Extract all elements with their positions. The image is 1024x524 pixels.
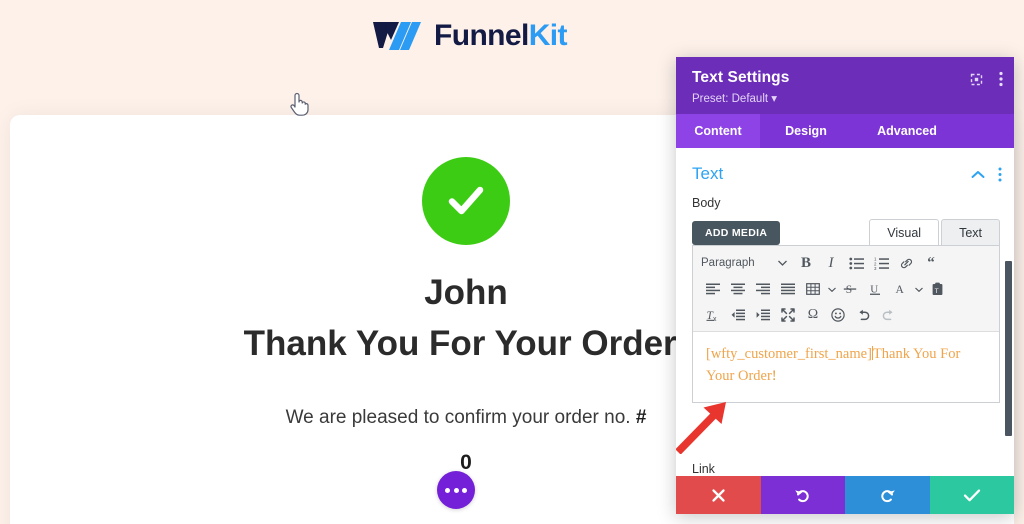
- order-hash: #: [635, 406, 647, 428]
- svg-text:A: A: [895, 284, 904, 296]
- order-number: 0: [460, 450, 472, 474]
- ellipsis-dot: [445, 487, 450, 493]
- editor-mode-tabs: Visual Text: [869, 219, 1000, 245]
- editor-exclamation: !: [771, 368, 777, 385]
- editor-shortcode: [wfty_customer_first_name]: [706, 346, 872, 362]
- redo-icon: [879, 487, 896, 504]
- tab-advanced[interactable]: Advanced: [852, 114, 962, 148]
- vertical-dots-icon[interactable]: [999, 71, 1003, 87]
- special-character-icon[interactable]: Ω: [801, 304, 825, 326]
- editor-tab-visual[interactable]: Visual: [869, 219, 940, 245]
- wysiwyg-editor: ADD MEDIA Visual Text Paragraph B I 1 2 …: [692, 218, 1000, 403]
- module-options-badge[interactable]: [437, 471, 475, 509]
- paste-as-text-icon[interactable]: T: [925, 278, 949, 300]
- undo-icon: [794, 487, 811, 504]
- editor-toolbar: Paragraph B I 1 2 3 “ S U A T T x Ω: [693, 246, 999, 332]
- pointing-hand-cursor-icon: [288, 90, 310, 123]
- text-color-caret-icon[interactable]: [913, 287, 924, 292]
- page-title: Thank You For Your Order!: [243, 324, 689, 364]
- redo-button[interactable]: [845, 476, 930, 514]
- panel-scrollbar[interactable]: [1005, 261, 1012, 436]
- panel-tabs: Content Design Advanced: [676, 114, 1014, 148]
- italic-icon[interactable]: I: [819, 252, 843, 274]
- strikethrough-icon[interactable]: S: [838, 278, 862, 300]
- order-confirmation-label: We are pleased to confirm your order no.: [285, 406, 636, 428]
- check-icon: [963, 488, 981, 503]
- panel-preset-selector[interactable]: Preset: Default ▾: [692, 91, 1000, 105]
- order-confirmation-text: We are pleased to confirm your order no.…: [286, 407, 647, 429]
- save-button[interactable]: [929, 476, 1014, 514]
- svg-text:x: x: [713, 316, 717, 322]
- cancel-button[interactable]: [676, 476, 761, 514]
- screenshot-root: FunnelKit John Thank You For Your Order!…: [0, 0, 1024, 524]
- svg-text:3: 3: [874, 265, 877, 269]
- editor-tab-text[interactable]: Text: [941, 219, 1000, 245]
- chevron-down-icon: [778, 257, 787, 269]
- text-color-icon[interactable]: A: [888, 278, 912, 300]
- table-caret-icon[interactable]: [826, 287, 837, 292]
- undo-icon[interactable]: [851, 304, 875, 326]
- align-left-icon[interactable]: [701, 278, 725, 300]
- chevron-up-icon[interactable]: [971, 170, 985, 179]
- vertical-dots-icon[interactable]: [998, 167, 1002, 182]
- table-icon[interactable]: [801, 278, 825, 300]
- funnelkit-logo[interactable]: FunnelKit: [371, 18, 568, 54]
- panel-body: Text Body ADD MEDIA Visual Text Paragrap…: [676, 148, 1014, 476]
- text-settings-panel: Text Settings Preset: Default ▾ Content …: [676, 57, 1014, 514]
- green-check-circle-icon: [422, 157, 510, 245]
- customer-name: John: [424, 273, 508, 312]
- editor-top-row: ADD MEDIA Visual Text: [692, 218, 1000, 245]
- tab-content[interactable]: Content: [676, 114, 760, 148]
- svg-text:S: S: [846, 284, 852, 296]
- ellipsis-dot: [462, 487, 467, 493]
- close-icon: [711, 488, 726, 503]
- tab-design[interactable]: Design: [760, 114, 852, 148]
- logo-text-kit: Kit: [528, 19, 568, 52]
- funnelkit-logo-icon: [371, 18, 425, 54]
- add-media-button[interactable]: ADD MEDIA: [692, 221, 781, 245]
- logo-text-funnel: Funnel: [434, 19, 529, 52]
- panel-preset-label: Preset: Default: [692, 93, 769, 105]
- align-right-icon[interactable]: [751, 278, 775, 300]
- field-label-link: Link: [692, 462, 715, 476]
- ellipsis-dot: [453, 487, 459, 493]
- editor-content-area[interactable]: [wfty_customer_first_name]Thank You For …: [693, 332, 999, 402]
- panel-header: Text Settings Preset: Default ▾: [676, 57, 1014, 114]
- panel-title: Text Settings: [692, 69, 790, 86]
- bulleted-list-icon[interactable]: [844, 252, 868, 274]
- toolbar-row-2: S U A T: [695, 276, 997, 302]
- section-title: Text: [692, 164, 724, 183]
- align-justify-icon[interactable]: [776, 278, 800, 300]
- outdent-icon[interactable]: [726, 304, 750, 326]
- undo-button[interactable]: [760, 476, 845, 514]
- panel-action-bar: [676, 476, 1014, 514]
- bold-icon[interactable]: B: [794, 252, 818, 274]
- field-label-body: Body: [692, 196, 721, 210]
- emoji-icon[interactable]: [826, 304, 850, 326]
- toolbar-row-1: Paragraph B I 1 2 3 “: [695, 250, 997, 276]
- numbered-list-icon[interactable]: 1 2 3: [869, 252, 893, 274]
- clear-formatting-icon[interactable]: T x: [701, 304, 725, 326]
- align-center-icon[interactable]: [726, 278, 750, 300]
- indent-icon[interactable]: [751, 304, 775, 326]
- editor-box: Paragraph B I 1 2 3 “ S U A T T x Ω [wft…: [692, 245, 1000, 403]
- paragraph-format-select[interactable]: Paragraph: [701, 257, 793, 269]
- fullscreen-icon[interactable]: [776, 304, 800, 326]
- underline-icon[interactable]: U: [863, 278, 887, 300]
- paragraph-format-label: Paragraph: [701, 257, 755, 269]
- chevron-down-icon: ▾: [771, 93, 778, 105]
- toolbar-row-3: T x Ω: [695, 302, 997, 328]
- link-icon[interactable]: [894, 252, 918, 274]
- svg-text:T: T: [934, 288, 938, 295]
- blockquote-icon[interactable]: “: [919, 252, 943, 274]
- expand-module-icon[interactable]: [969, 72, 984, 87]
- section-header-text: Text: [676, 148, 1014, 184]
- redo-icon[interactable]: [876, 304, 900, 326]
